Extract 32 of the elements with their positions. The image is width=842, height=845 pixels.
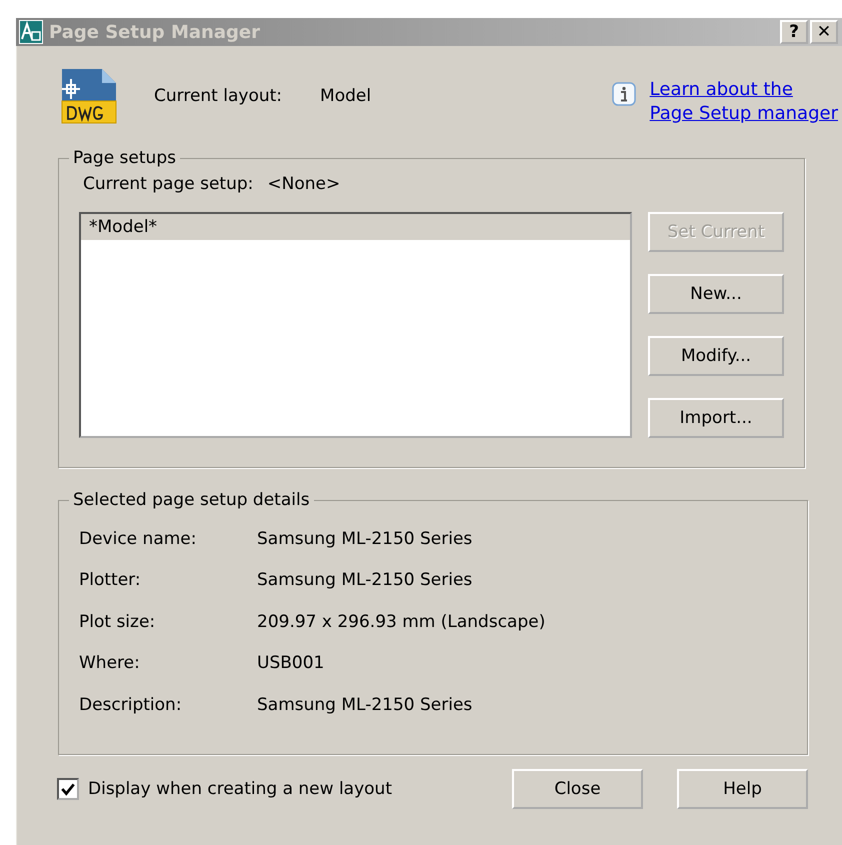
- help-dialog-button[interactable]: Help: [677, 769, 808, 809]
- app-icon: [19, 20, 43, 44]
- detail-label: Device name:: [79, 528, 198, 549]
- close-dialog-button[interactable]: Close: [512, 769, 643, 809]
- list-item[interactable]: *Model*: [81, 214, 630, 240]
- detail-value: USB001: [257, 653, 324, 674]
- action-button[interactable]: New...: [648, 274, 784, 314]
- current-page-setup-value: <None>: [267, 174, 340, 194]
- close-button[interactable]: ✕: [810, 20, 838, 44]
- action-button[interactable]: Modify...: [648, 336, 784, 376]
- detail-label: Where:: [79, 653, 141, 674]
- detail-label: Plot size:: [79, 612, 156, 632]
- window-title: Page Setup Manager: [49, 22, 260, 42]
- current-page-setup-label: Current page setup:: [83, 174, 254, 194]
- detail-value: Samsung ML-2150 Series: [257, 694, 472, 715]
- current-layout-value: Model: [320, 86, 372, 106]
- group-title: Page setups: [72, 148, 177, 168]
- detail-value: 209.97 x 296.93 mm (Landscape): [257, 612, 546, 632]
- display-checkbox[interactable]: [57, 778, 79, 800]
- group-title: Selected page setup details: [72, 490, 311, 510]
- checkbox-label: Display when creating a new layout: [88, 779, 392, 799]
- detail-value: Samsung ML-2150 Series: [257, 570, 472, 590]
- page-setup-list[interactable]: *Model*: [79, 212, 632, 438]
- detail-value: Samsung ML-2150 Series: [257, 528, 472, 549]
- help-link[interactable]: Learn about the Page Setup manager: [650, 78, 838, 126]
- detail-label: Description:: [79, 694, 183, 715]
- detail-label: Plotter:: [79, 570, 142, 590]
- current-layout-label: Current layout:: [154, 86, 282, 106]
- info-icon: [612, 82, 636, 106]
- action-button[interactable]: Import...: [648, 398, 784, 438]
- checkmark-icon: [60, 781, 76, 797]
- help-button[interactable]: ?: [780, 20, 808, 44]
